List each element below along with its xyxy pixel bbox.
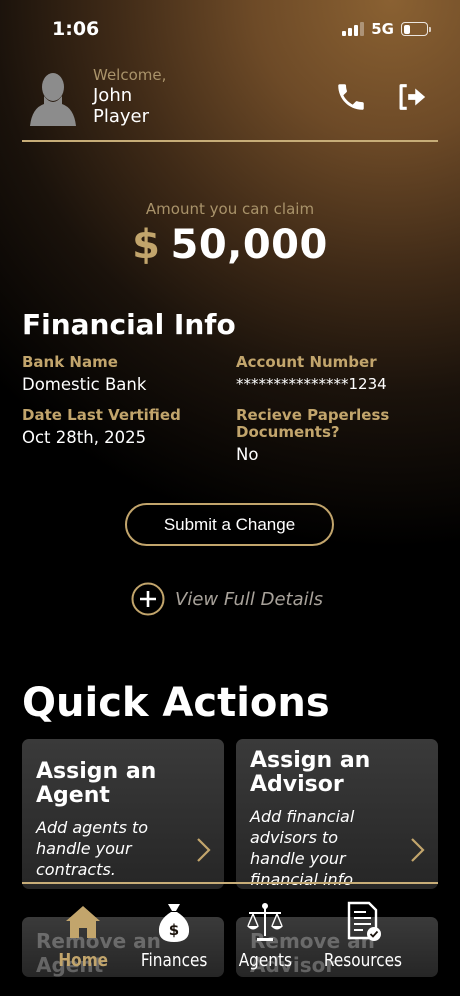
quick-actions-title: Quick Actions — [22, 680, 330, 726]
paperless-label: Recieve Paperless Documents? — [236, 407, 389, 441]
status-time: 1:06 — [52, 18, 100, 40]
currency-symbol: $ — [132, 222, 161, 268]
claim-value: 50,000 — [170, 222, 328, 268]
status-bar: 1:06 5G — [0, 0, 460, 60]
document-icon — [347, 901, 381, 941]
user-first-name: John — [93, 85, 133, 106]
claim-label: Amount you can claim — [145, 200, 315, 218]
paperless-label-line2: Documents? — [236, 423, 340, 441]
card-desc-line: handle your — [250, 849, 346, 868]
bottom-nav: Home $ Finances Agents Resources — [0, 900, 460, 996]
assign-agent-description: Add agents to handle your contracts. — [36, 817, 148, 880]
nav-label-finances: Finances — [140, 950, 208, 971]
account-number-value: ***************1234 — [236, 375, 387, 393]
scales-icon — [247, 903, 283, 941]
card-desc-line: advisors to — [250, 828, 339, 847]
logout-icon[interactable] — [394, 80, 428, 114]
phone-icon[interactable] — [334, 80, 368, 114]
user-name: John Player — [93, 85, 183, 127]
avatar[interactable] — [28, 68, 78, 126]
nav-item-finances[interactable]: $ Finances — [124, 900, 224, 971]
view-full-details-label: View Full Details — [175, 588, 323, 610]
card-title-line: Assign an — [250, 748, 371, 773]
home-icon — [66, 906, 100, 938]
claim-amount: $50,000 — [0, 222, 460, 268]
submit-change-button[interactable]: Submit a Change — [125, 503, 334, 546]
assign-agent-card[interactable]: Assign an Agent Add agents to handle you… — [22, 739, 224, 889]
bank-name-label: Bank Name — [22, 353, 118, 371]
nav-divider — [22, 882, 438, 884]
user-last-name: Player — [93, 106, 150, 127]
card-desc-line: handle your — [36, 839, 132, 858]
nav-label-agents: Agents — [238, 950, 292, 971]
signal-icon — [342, 22, 365, 36]
header: Welcome, John Player — [22, 62, 438, 142]
nav-label-resources: Resources — [323, 950, 403, 971]
card-desc-line: Add financial — [250, 807, 355, 826]
card-title-line: Assign an — [36, 759, 157, 784]
battery-icon — [401, 22, 431, 36]
nav-label-home: Home — [58, 950, 108, 971]
paperless-value: No — [236, 445, 259, 464]
status-indicators: 5G — [342, 20, 431, 38]
date-verified-value: Oct 28th, 2025 — [22, 428, 147, 447]
assign-advisor-card[interactable]: Assign an Advisor Add financial advisors… — [236, 739, 438, 889]
welcome-text: Welcome, — [93, 66, 167, 84]
chevron-right-icon — [197, 838, 211, 862]
card-desc-line: contracts. — [36, 860, 116, 879]
assign-agent-title: Assign an Agent — [36, 760, 156, 808]
view-full-details-link[interactable]: View Full Details — [131, 582, 323, 616]
money-bag-icon: $ — [158, 904, 190, 942]
nav-item-home[interactable]: Home — [33, 900, 133, 971]
card-title-line: Advisor — [250, 772, 344, 797]
assign-advisor-title: Assign an Advisor — [250, 749, 370, 797]
card-desc-line: financial info — [250, 870, 354, 889]
account-number-label: Account Number — [236, 353, 377, 371]
chevron-right-icon — [411, 838, 425, 862]
nav-item-resources[interactable]: Resources — [313, 900, 413, 971]
assign-advisor-description: Add financial advisors to handle your fi… — [250, 806, 354, 889]
network-type: 5G — [371, 20, 394, 38]
bank-name-value: Domestic Bank — [22, 375, 147, 394]
date-verified-label: Date Last Vertified — [22, 406, 181, 424]
card-title-line: Agent — [36, 783, 110, 808]
financial-info-title: Financial Info — [22, 308, 236, 341]
header-divider — [22, 140, 438, 142]
plus-circle-icon — [131, 582, 165, 616]
card-desc-line: Add agents to — [36, 818, 149, 837]
paperless-label-line1: Recieve Paperless — [236, 406, 390, 424]
svg-text:$: $ — [169, 921, 179, 939]
nav-item-agents[interactable]: Agents — [215, 900, 315, 971]
